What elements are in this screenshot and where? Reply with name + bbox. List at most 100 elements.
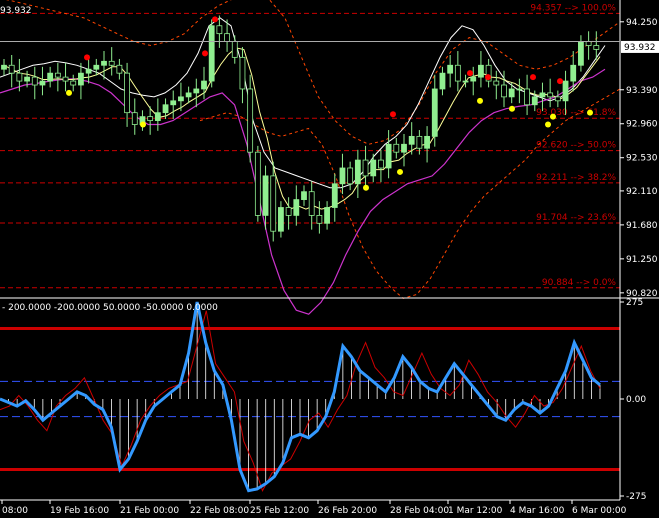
candle-body xyxy=(470,76,477,82)
candle-body xyxy=(508,88,515,98)
candle-body xyxy=(501,84,507,98)
time-tick-label: 08:00 xyxy=(2,506,28,516)
candle-body xyxy=(231,41,238,58)
candle-body xyxy=(70,80,77,86)
candle-body xyxy=(78,72,84,86)
fibo-label: 92.211 --> 38.2% xyxy=(536,173,616,183)
candle-body xyxy=(385,143,392,169)
cci-tick-label: 275 xyxy=(626,298,643,308)
time-tick-label: 25 Feb 12:00 xyxy=(250,506,309,516)
price-tick-label: 93.390 xyxy=(626,86,658,96)
candle-body xyxy=(524,88,530,106)
candle-body xyxy=(478,64,484,78)
candle-body xyxy=(347,167,354,185)
candle-body xyxy=(439,72,446,90)
candle-body xyxy=(131,112,138,125)
candle-body xyxy=(178,96,184,102)
price-tick-label: 91.250 xyxy=(626,255,658,265)
candle-body xyxy=(93,64,100,70)
candle-body xyxy=(247,88,254,153)
candle-body xyxy=(39,80,46,86)
time-tick-label: 4 Mar 16:00 xyxy=(510,506,565,516)
cci-header-label: - 200.0000 -200.0000 50.0000 -50.0000 0.… xyxy=(2,303,218,313)
candle-body xyxy=(362,159,369,177)
candle-body xyxy=(585,41,592,46)
swing-high-marker xyxy=(84,54,90,61)
swing-low-marker xyxy=(140,121,146,128)
candle-body xyxy=(462,80,469,83)
swing-low-marker xyxy=(587,109,593,116)
candle-body xyxy=(554,96,561,102)
candle-body xyxy=(493,80,500,86)
swing-low-marker xyxy=(545,121,551,128)
candle-body xyxy=(162,104,169,114)
swing-low-marker xyxy=(477,97,483,104)
swing-low-marker xyxy=(550,113,556,120)
candle-body xyxy=(285,207,292,216)
candle-body xyxy=(408,135,415,145)
fibo-label: 94.357 --> 100.0% xyxy=(530,3,616,13)
candle-body xyxy=(531,96,538,106)
fibo-label: 93.030 --> 61.8% xyxy=(536,108,616,118)
current-price-label: 93.932 xyxy=(624,43,656,53)
candle-body xyxy=(47,72,54,82)
time-tick-label: 19 Feb 16:00 xyxy=(50,506,109,516)
price-tick-label: 91.680 xyxy=(626,221,658,231)
time-tick-label: 26 Feb 20:00 xyxy=(318,506,377,516)
candle-body xyxy=(516,88,523,91)
candle-body xyxy=(270,175,277,232)
price-chart[interactable]: 94.357 --> 100.0% 93.030 --> 61.8% 92.620 … xyxy=(0,0,659,518)
candle-body xyxy=(378,159,384,169)
candle-body xyxy=(278,207,284,232)
time-tick-label: 1 Mar 12:00 xyxy=(448,506,503,516)
candle-body xyxy=(578,41,584,66)
candle-body xyxy=(101,60,107,66)
candle-body xyxy=(1,64,7,70)
candle-body xyxy=(170,100,177,106)
candle-body xyxy=(124,72,130,114)
candle-body xyxy=(154,112,161,121)
candle-body xyxy=(539,92,546,98)
candle-body xyxy=(416,135,423,149)
cci-tick-label: -275 xyxy=(626,492,646,502)
time-tick-label: 28 Feb 04:00 xyxy=(390,506,449,516)
candle-body xyxy=(562,80,569,102)
candle-body xyxy=(254,151,261,216)
time-tick-label: 21 Feb 00:00 xyxy=(120,506,179,516)
swing-low-marker xyxy=(363,184,369,191)
candle-body xyxy=(424,135,430,149)
candle-body xyxy=(370,159,377,177)
swing-low-marker xyxy=(397,168,403,175)
swing-low-marker xyxy=(509,105,515,112)
candle-body xyxy=(85,68,92,74)
swing-high-marker xyxy=(485,74,491,81)
candle-body xyxy=(431,88,438,137)
candle-body xyxy=(593,45,600,50)
candle-body xyxy=(224,33,230,42)
swing-low-marker xyxy=(66,89,72,96)
candle-body xyxy=(308,191,315,216)
candle-body xyxy=(239,56,246,90)
candle-body xyxy=(116,64,123,74)
time-tick-label: 22 Feb 08:00 xyxy=(190,506,249,516)
price-tick-label: 92.110 xyxy=(626,187,658,197)
candle-body xyxy=(208,25,215,82)
candle-body xyxy=(185,92,192,98)
candle-body xyxy=(147,116,154,121)
price-tick-label: 92.530 xyxy=(626,154,658,164)
candle-body xyxy=(393,143,400,153)
candle-body xyxy=(24,76,30,82)
candle-body xyxy=(31,76,38,86)
candle-body xyxy=(324,207,330,224)
candle-body xyxy=(447,64,454,74)
candle-body xyxy=(54,72,61,78)
candle-body xyxy=(201,80,207,90)
swing-high-marker xyxy=(390,111,396,118)
candle-body xyxy=(547,92,554,98)
price-tick-label: 92.960 xyxy=(626,120,658,130)
time-tick-label: 6 Mar 00:00 xyxy=(572,506,627,516)
candle-body xyxy=(193,88,200,94)
swing-high-marker xyxy=(557,78,563,85)
candle-body xyxy=(8,64,15,74)
candle-body xyxy=(62,76,69,82)
